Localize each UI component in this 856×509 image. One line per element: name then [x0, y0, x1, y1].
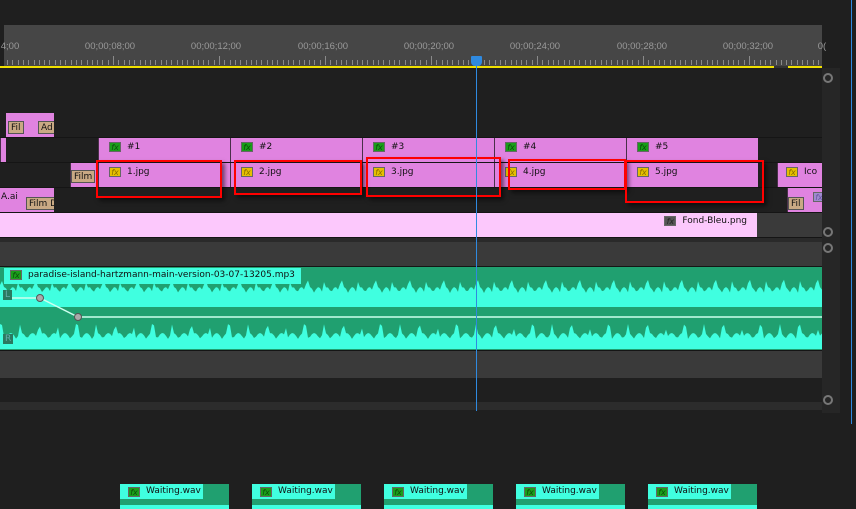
timecode-label: 00;00;28;00	[616, 41, 668, 52]
ico-clip[interactable]: fx Ico	[777, 163, 822, 187]
clip-label: Waiting.wav	[542, 486, 597, 496]
highlight-box	[366, 157, 501, 197]
horizontal-scrollbar[interactable]	[0, 402, 822, 410]
fx-badge-icon: fx	[260, 486, 272, 497]
scroll-handle[interactable]	[823, 227, 833, 237]
fx-badge-icon: fx	[664, 216, 677, 226]
waiting-audio-clip[interactable]: fx Waiting.wav	[120, 484, 229, 509]
timecode-label: 00;00;32;00	[722, 41, 774, 52]
clip-label: Fond-Bleu.png	[682, 216, 747, 226]
timecode-label: 00;00;24;00	[509, 41, 561, 52]
highlight-box	[508, 159, 626, 190]
highlight-box	[96, 160, 222, 198]
fond-bleu-clip[interactable]: fx Fond-Bleu.png	[0, 213, 757, 237]
clip-label: Waiting.wav	[674, 486, 729, 496]
playhead-line[interactable]	[476, 56, 477, 411]
work-area-bar[interactable]	[0, 66, 822, 68]
scroll-handle[interactable]	[823, 243, 833, 253]
clip-label: Waiting.wav	[278, 486, 333, 496]
clip-label: #4	[523, 142, 537, 152]
nested-sequence-clip[interactable]: fx #5	[626, 138, 758, 162]
nested-sequence-clip[interactable]: fx #2	[230, 138, 362, 162]
nested-sequence-clip[interactable]: fx #1	[98, 138, 230, 162]
fx-badge-icon: fx	[524, 486, 536, 497]
fx-badge-icon: fx	[786, 167, 798, 177]
playhead-handle[interactable]	[471, 56, 482, 66]
clip-label: #2	[259, 142, 273, 152]
fx-badge-icon: fx	[392, 486, 404, 497]
vertical-scrollbar[interactable]	[822, 68, 840, 413]
timecode-label: 00;00;16;00	[297, 41, 349, 52]
waiting-audio-clip[interactable]: fx Waiting.wav	[516, 484, 625, 509]
clip-stub[interactable]	[0, 138, 6, 162]
film-clip[interactable]: Film	[70, 163, 98, 187]
fx-badge-icon: fx	[10, 270, 22, 280]
fil-clip[interactable]: Fil fx	[787, 188, 822, 212]
waiting-audio-clip[interactable]: fx Waiting.wav	[384, 484, 493, 509]
video-track-5: Fil Ad	[0, 113, 822, 138]
highlight-box	[625, 160, 764, 203]
timecode-label: 00;00;12;00	[190, 41, 242, 52]
waiting-audio-clip[interactable]: fx Waiting.wav	[252, 484, 361, 509]
clip-label: Waiting.wav	[410, 486, 465, 496]
clip-label: paradise-island-hartzmann-main-version-0…	[28, 270, 295, 280]
clip-stack[interactable]: Fil Ad	[6, 113, 54, 137]
ai-clip[interactable]: A.ai Film D	[0, 188, 54, 212]
audio-track-3	[0, 351, 822, 378]
scroll-handle[interactable]	[823, 395, 833, 405]
fx-badge-icon: fx	[637, 142, 649, 152]
clip-tag: Film	[71, 170, 96, 183]
fx-badge-icon: fx	[656, 486, 668, 497]
audio-track-2: fx paradise-island-hartzmann-main-version…	[0, 267, 822, 351]
clip-label: A.ai	[1, 192, 18, 202]
clip-tag: Fil	[8, 121, 24, 134]
video-track-1: fx Fond-Bleu.png	[0, 213, 822, 238]
channel-left-label: L	[3, 290, 13, 300]
clip-label: #3	[391, 142, 405, 152]
highlight-box	[234, 160, 362, 195]
fx-badge-icon: fx	[241, 142, 253, 152]
clip-label: #5	[655, 142, 669, 152]
timecode-label: 00;00;20;00	[403, 41, 455, 52]
channel-right-label: R	[3, 334, 14, 344]
music-clip-header[interactable]: fx paradise-island-hartzmann-main-version…	[4, 268, 301, 284]
clip-label: #1	[127, 142, 141, 152]
scroll-handle[interactable]	[823, 73, 833, 83]
audio-track-1: fx Waiting.wav fx Waiting.wav fx Waiting.wav f…	[0, 242, 822, 509]
fx-badge-icon: fx	[109, 142, 121, 152]
time-ruler[interactable]: 4;00 00;00;08;00 00;00;12;00 00;00;16;00 00;…	[0, 25, 826, 68]
clip-label: Waiting.wav	[146, 486, 201, 496]
clip-tag: Film D	[26, 197, 54, 210]
waiting-audio-clip[interactable]: fx Waiting.wav	[648, 484, 757, 509]
timecode-label: 0(	[817, 41, 827, 52]
fx-badge-icon: fx	[128, 486, 140, 497]
timecode-label: 00;00;08;00	[84, 41, 136, 52]
timecode-label: 4;00	[0, 41, 20, 52]
clip-tag: Ad	[38, 121, 54, 134]
fx-badge-icon: fx	[373, 142, 385, 152]
fx-badge-icon: fx	[505, 142, 517, 152]
clip-tag: Fil	[788, 197, 804, 210]
clip-label: Ico	[804, 167, 818, 177]
fx-badge-icon: fx	[813, 192, 822, 202]
